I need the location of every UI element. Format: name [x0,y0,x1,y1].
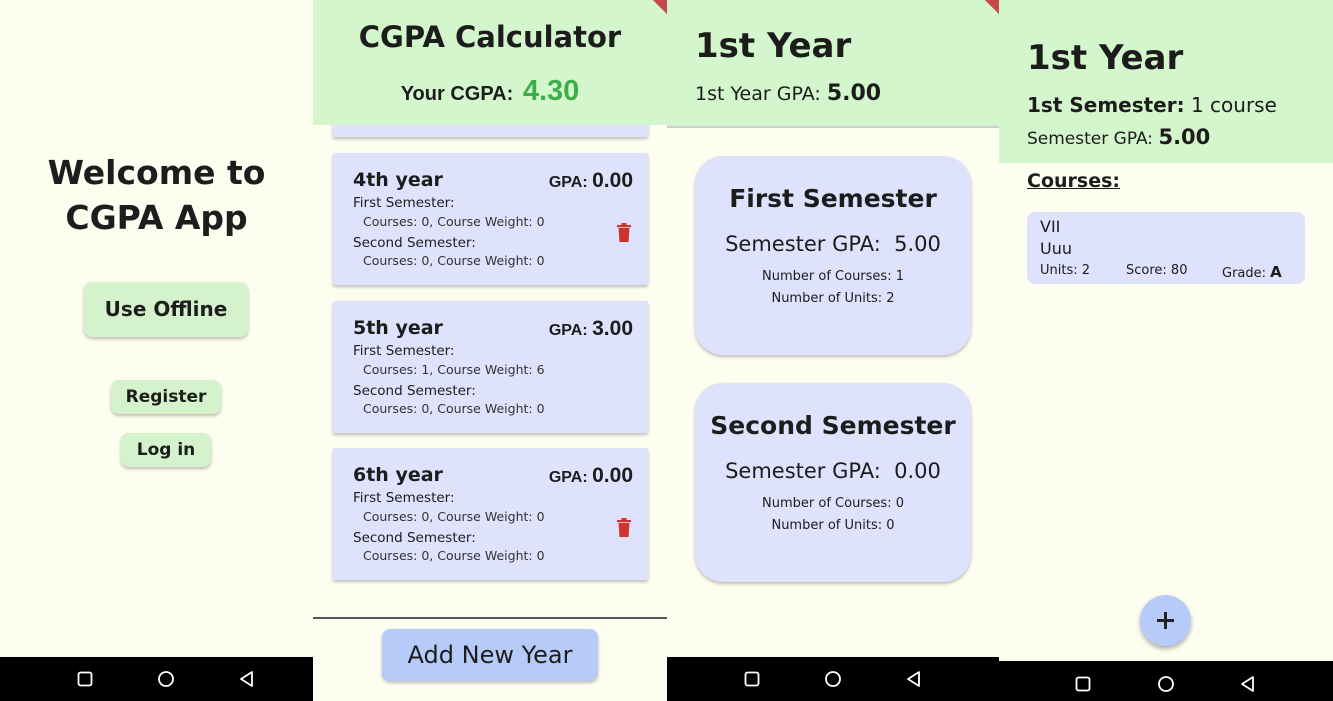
course-code: VII [1040,217,1061,236]
semester-card-second[interactable]: Second Semester Semester GPA: 0.00 Numbe… [695,383,971,582]
semester-gpa: Semester GPA: 5.00 [725,232,941,256]
second-semester-detail: Courses: 0, Course Weight: 0 [363,253,545,268]
register-button[interactable]: Register [111,380,221,414]
cgpa-display: Your CGPA: 4.30 [400,75,580,107]
first-semester-detail: Courses: 1, Course Weight: 6 [363,362,545,377]
course-name: Uuu [1040,239,1072,258]
welcome-title: Welcome to CGPA App [47,153,266,237]
semester-title: First Semester [729,184,937,213]
back-icon[interactable] [1239,675,1257,693]
page-title: 1st Year [1027,38,1184,78]
course-count: Number of Courses: 1 [762,269,904,284]
year-name: 6th year [353,464,443,486]
login-button[interactable]: Log in [121,433,211,467]
first-semester-detail: Courses: 0, Course Weight: 0 [363,214,545,229]
semester-screen: 1st Year 1st Semester: 1 course Semester… [999,0,1333,701]
year-gpa: GPA: 0.00 [548,464,633,487]
trash-icon[interactable] [616,223,632,246]
course-count: Number of Courses: 0 [762,496,904,511]
semester-title: Second Semester [710,411,956,440]
unit-count: Number of Units: 0 [771,518,895,533]
debug-banner [649,0,667,18]
recent-apps-icon[interactable] [76,670,94,688]
use-offline-button[interactable]: Use Offline [84,282,248,337]
home-icon[interactable] [1157,675,1175,693]
system-nav-bar [667,657,999,701]
year-name: 5th year [353,317,443,339]
second-semester-detail: Courses: 0, Course Weight: 0 [363,401,545,416]
courses-heading: Courses: [1027,170,1120,192]
recent-apps-icon[interactable] [1074,675,1092,693]
semester-summary: 1st Semester: 1 course [1027,93,1277,117]
year-gpa: GPA: 3.00 [548,317,633,340]
course-units: Units: 2 [1040,263,1091,278]
first-semester-label: First Semester: [353,195,455,211]
year-card[interactable]: 6th year GPA: 0.00 First Semester: Cours… [333,448,648,580]
back-icon[interactable] [238,670,256,688]
first-semester-label: First Semester: [353,490,455,506]
second-semester-label: Second Semester: [353,383,476,399]
second-semester-label: Second Semester: [353,530,476,546]
cgpa-value: 4.30 [522,75,580,107]
course-grade: Grade: A [1222,263,1282,281]
year-gpa: 1st Year GPA: 5.00 [695,81,882,106]
unit-count: Number of Units: 2 [771,291,895,306]
calculator-header: CGPA Calculator Your CGPA: 4.30 [313,0,667,125]
course-card[interactable]: VII Uuu Units: 2 Score: 80 Grade: A [1027,212,1305,284]
semester-card-first[interactable]: First Semester Semester GPA: 5.00 Number… [695,156,971,355]
year-header: 1st Year 1st Year GPA: 5.00 [667,0,999,128]
year-card[interactable]: 4th year GPA: 0.00 First Semester: Cours… [333,153,648,285]
home-icon[interactable] [157,670,175,688]
page-title: CGPA Calculator [358,20,622,54]
recent-apps-icon[interactable] [743,670,761,688]
semester-header: 1st Year 1st Semester: 1 course Semester… [999,0,1333,163]
home-icon[interactable] [824,670,842,688]
footer-divider [313,617,667,619]
system-nav-bar [0,657,313,701]
second-semester-detail: Courses: 0, Course Weight: 0 [363,548,545,563]
second-semester-label: Second Semester: [353,235,476,251]
year-name: 4th year [353,169,443,191]
welcome-screen: Welcome to CGPA App Use Offline Register… [0,0,313,701]
year-card[interactable]: 5th year GPA: 3.00 First Semester: Cours… [333,301,648,433]
page-title: 1st Year [695,26,852,66]
course-score: Score: 80 [1126,263,1188,278]
calculator-screen: CGPA Calculator Your CGPA: 4.30 4th year… [313,0,667,701]
semester-gpa: Semester GPA: 5.00 [1027,125,1211,149]
year-gpa: GPA: 0.00 [548,169,633,192]
semester-gpa: Semester GPA: 0.00 [725,459,941,483]
first-semester-label: First Semester: [353,343,455,359]
year-screen: 1st Year 1st Year GPA: 5.00 First Semest… [667,0,999,701]
add-new-year-button[interactable]: Add New Year [382,629,598,681]
back-icon[interactable] [905,670,923,688]
trash-icon[interactable] [616,518,632,541]
system-nav-bar [999,661,1333,701]
add-course-button[interactable] [1140,595,1191,646]
debug-banner [981,0,999,18]
first-semester-detail: Courses: 0, Course Weight: 0 [363,509,545,524]
